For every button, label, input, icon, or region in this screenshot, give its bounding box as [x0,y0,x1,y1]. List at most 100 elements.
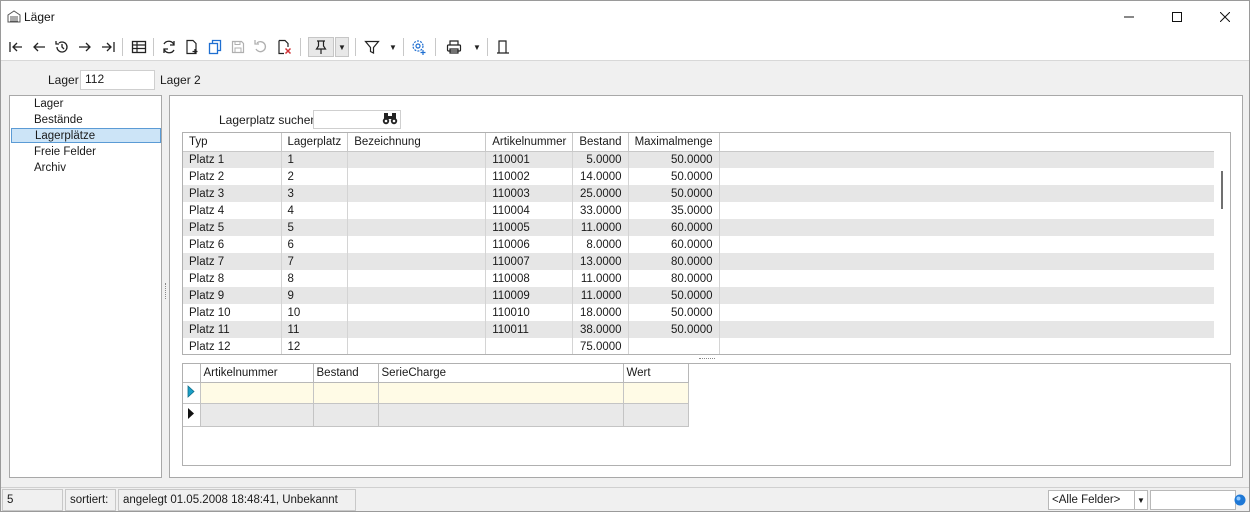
filter-dropdown-button[interactable]: ▼ [388,37,398,57]
column-header-bezeichnung[interactable]: Bezeichnung [347,133,487,152]
refresh-button[interactable] [159,37,179,57]
cell-lagerplatz[interactable]: 7 [281,253,349,270]
cell-typ[interactable]: Platz 3 [183,185,282,202]
last-record-button[interactable] [98,37,118,57]
column-header-seriecharge[interactable]: SerieCharge [378,364,624,383]
cell-bestand[interactable]: 5.0000 [572,151,629,168]
close-button[interactable] [1201,1,1249,33]
filter-button[interactable] [362,37,382,57]
horizontal-splitter[interactable] [699,358,715,360]
cell-bestand[interactable]: 18.0000 [572,304,629,321]
globe-icon[interactable] [1234,494,1246,506]
cell-typ[interactable]: Platz 2 [183,168,282,185]
cell-maximalmenge[interactable]: 60.0000 [628,219,720,236]
nav-item-lager[interactable]: Lager [11,97,161,112]
lager-number-field[interactable]: 112 [80,70,155,90]
field-filter-combo[interactable]: <Alle Felder> [1048,490,1136,510]
pin-button[interactable] [308,37,334,57]
field-filter-dropdown[interactable]: ▼ [1134,490,1148,510]
table-row[interactable]: Platz 7 7 110007 13.0000 80.0000 [183,253,1228,270]
cell-bezeichnung[interactable] [347,236,487,253]
column-header-maximalmenge[interactable]: Maximalmenge [628,133,720,152]
binoculars-icon[interactable] [382,112,398,126]
cell-maximalmenge[interactable]: 50.0000 [628,168,720,185]
cell-bezeichnung[interactable] [347,304,487,321]
table-row[interactable]: Platz 4 4 110004 33.0000 35.0000 [183,202,1227,219]
cell-artikelnummer[interactable]: 110001 [485,151,574,168]
cell-typ[interactable]: Platz 5 [183,219,282,236]
cell-bestand[interactable]: 11.0000 [572,270,629,287]
cell-typ[interactable]: Platz 6 [183,236,282,253]
current-row[interactable] [183,403,689,427]
previous-record-button[interactable] [29,37,49,57]
nav-item-freie-felder[interactable]: Freie Felder [11,145,161,160]
cell-maximalmenge[interactable]: 80.0000 [628,270,720,287]
vertical-splitter[interactable] [165,283,167,299]
column-header-wert[interactable]: Wert [623,364,689,383]
cell-lagerplatz[interactable]: 10 [281,304,349,321]
cell-maximalmenge[interactable]: 50.0000 [628,321,720,338]
maximize-button[interactable] [1153,1,1201,33]
cell-typ[interactable]: Platz 4 [183,202,282,219]
cell-artikelnummer[interactable] [485,338,574,354]
cell-artikelnummer[interactable]: 110003 [485,185,574,202]
cell-maximalmenge[interactable]: 50.0000 [628,287,720,304]
nav-item-archiv[interactable]: Archiv [11,161,161,176]
cell[interactable] [623,382,689,404]
cell-lagerplatz[interactable]: 8 [281,270,349,287]
cell-maximalmenge[interactable]: 50.0000 [628,304,720,321]
cell-bezeichnung[interactable] [347,151,487,168]
save-button[interactable] [228,37,248,57]
cell-lagerplatz[interactable]: 5 [281,219,349,236]
cell-maximalmenge[interactable] [628,338,720,354]
table-row[interactable]: Platz 3 3 110003 25.0000 50.0000 [183,185,1228,202]
cell-bestand[interactable]: 8.0000 [572,236,629,253]
table-row[interactable]: Platz 11 11 110011 38.0000 50.0000 [183,321,1228,338]
table-row[interactable]: Platz 5 5 110005 11.0000 60.0000 [183,219,1228,236]
cell-bezeichnung[interactable] [347,185,487,202]
cell-bezeichnung[interactable] [347,338,487,354]
table-row[interactable]: Platz 9 9 110009 11.0000 50.0000 [183,287,1228,304]
table-row[interactable]: Platz 1 1 110001 5.0000 50.0000 [183,151,1228,168]
cell[interactable] [200,382,314,404]
cell-lagerplatz[interactable]: 1 [281,151,349,168]
table-row[interactable]: Platz 2 2 110002 14.0000 50.0000 [183,168,1227,185]
status-search-input[interactable] [1150,490,1236,510]
cell[interactable] [200,403,314,427]
cell-bestand[interactable]: 75.0000 [572,338,629,354]
table-row[interactable]: Platz 12 12 75.0000 [183,338,1227,354]
cell-artikelnummer[interactable]: 110008 [485,270,574,287]
cell-typ[interactable]: Platz 8 [183,270,282,287]
grid-scrollbar[interactable] [1214,151,1230,354]
nav-item-bestaende[interactable]: Bestände [11,113,161,128]
cell-lagerplatz[interactable]: 6 [281,236,349,253]
print-button[interactable] [444,37,464,57]
cell-typ[interactable]: Platz 9 [183,287,282,304]
cell-bezeichnung[interactable] [347,168,487,185]
column-header-bestand[interactable]: Bestand [572,133,629,152]
cell-bezeichnung[interactable] [347,287,487,304]
cell-artikelnummer[interactable]: 110009 [485,287,574,304]
pin-dropdown-button[interactable]: ▼ [335,37,349,57]
cell-bestand[interactable]: 38.0000 [572,321,629,338]
cell-typ[interactable]: Platz 11 [183,321,282,338]
cell-lagerplatz[interactable]: 11 [281,321,349,338]
cell-typ[interactable]: Platz 7 [183,253,282,270]
scrollbar-thumb[interactable] [1221,171,1223,209]
cell-artikelnummer[interactable]: 110006 [485,236,574,253]
cell-bezeichnung[interactable] [347,253,487,270]
print-dropdown-button[interactable]: ▼ [472,37,482,57]
cell-typ[interactable]: Platz 10 [183,304,282,321]
new-document-button[interactable] [182,37,202,57]
cell[interactable] [623,403,689,427]
nav-item-lagerplaetze[interactable]: Lagerplätze [11,128,161,143]
column-header-artikelnummer[interactable]: Artikelnummer [200,364,314,383]
cell-bezeichnung[interactable] [347,202,487,219]
cell-artikelnummer[interactable]: 110010 [485,304,574,321]
cell-typ[interactable]: Platz 12 [183,338,282,354]
cell[interactable] [313,403,379,427]
column-header-artikelnummer[interactable]: Artikelnummer [485,133,574,152]
new-entry-row[interactable] [183,382,689,404]
cell-bestand[interactable]: 14.0000 [572,168,629,185]
cell-lagerplatz[interactable]: 2 [281,168,349,185]
